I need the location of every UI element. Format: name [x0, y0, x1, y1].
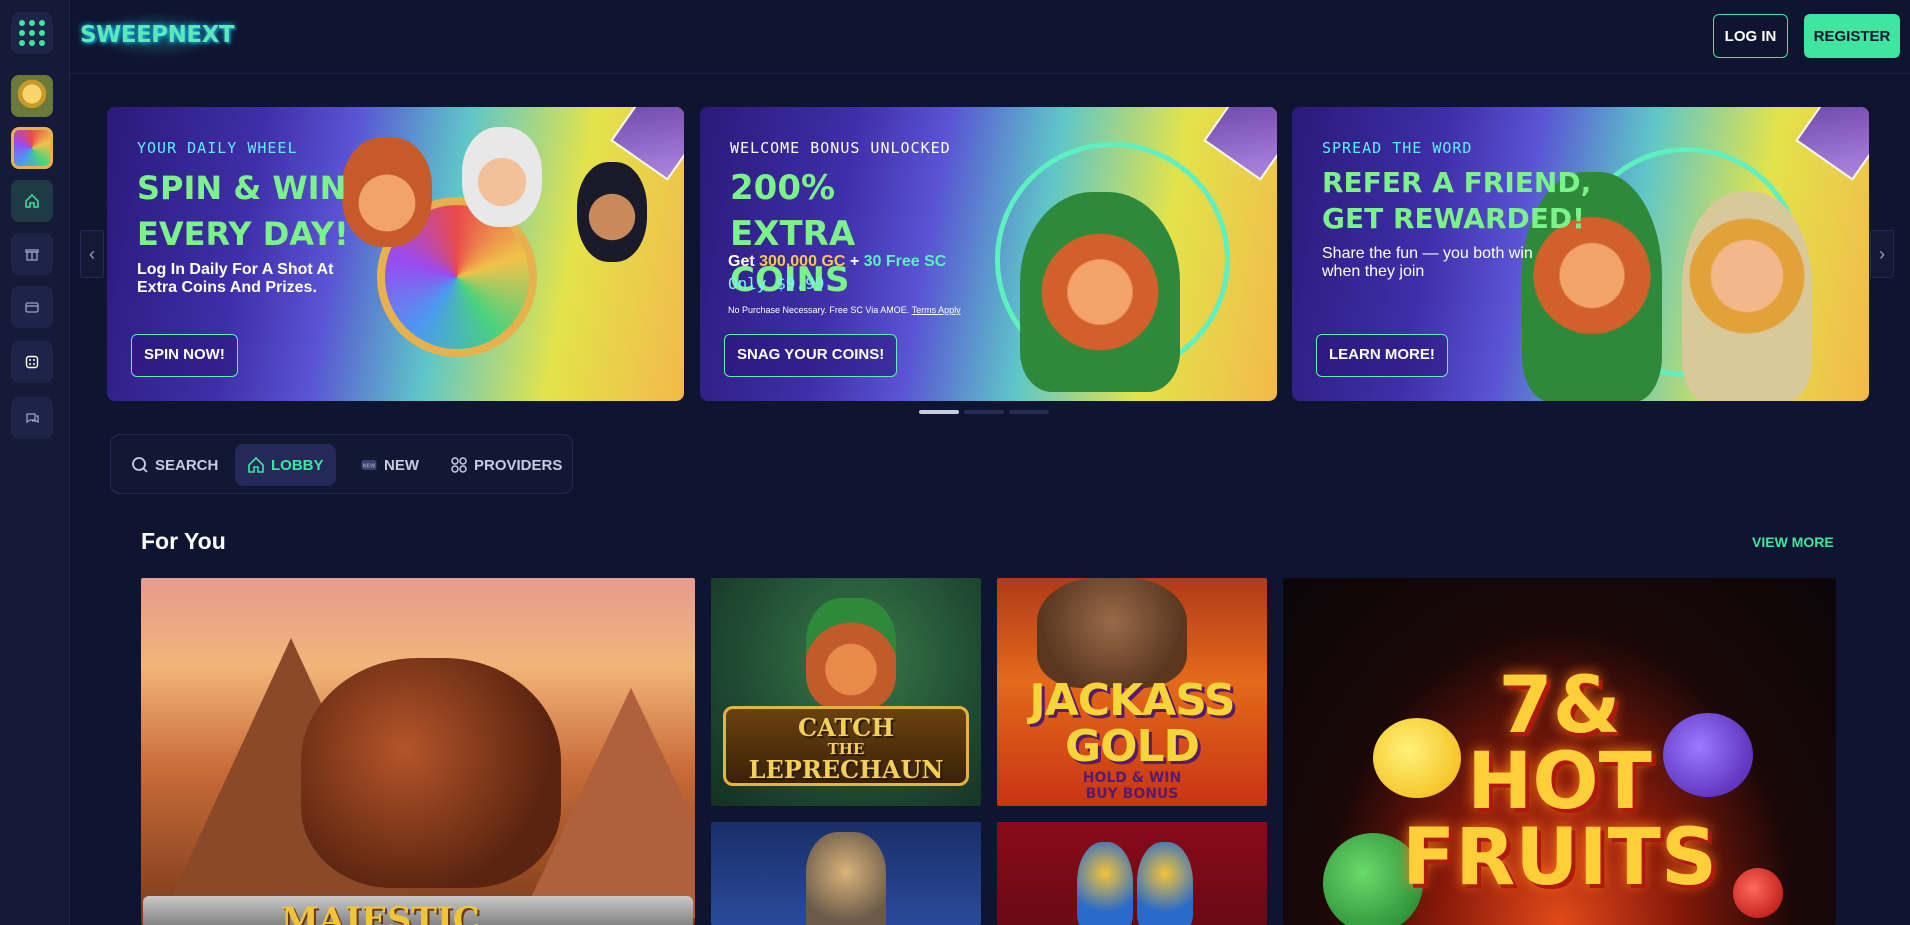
carousel-pagination [919, 410, 1049, 414]
providers-icon [451, 457, 467, 473]
offer-gold-coins: 300,000 GC [759, 253, 846, 270]
sidebar [0, 0, 70, 925]
banner-refer-friend[interactable]: SPREAD THE WORD REFER A FRIEND, GET REWA… [1292, 107, 1869, 401]
section-title: For You [141, 528, 226, 554]
fine-print-text: No Purchase Necessary. Free SC Via AMOE. [728, 305, 912, 315]
sidebar-item-rewards[interactable] [11, 233, 53, 275]
gold-coins-shortcut[interactable] [11, 75, 53, 117]
game-title-line: FRUITS [1401, 813, 1718, 903]
sweepnext-logo[interactable]: SWEEPNEXT [80, 12, 235, 58]
menu-grid-button[interactable] [11, 12, 53, 54]
bison-art [301, 658, 561, 888]
sidebar-item-promotions[interactable] [11, 286, 53, 328]
terms-link[interactable]: Terms Apply [912, 305, 961, 315]
wizard-art [806, 832, 886, 925]
game-tile-jackass-gold[interactable]: JACKASS GOLD HOLD & WIN BUY BONUS [997, 578, 1267, 806]
donkey-art [1037, 578, 1187, 688]
dice-icon [25, 355, 39, 369]
offer-plus: + [845, 253, 864, 270]
friend-illustration [1682, 192, 1812, 401]
game-title-line: LEPRECHAUN [748, 755, 944, 784]
daily-wheel-shortcut[interactable] [11, 127, 53, 169]
game-tile-dragons[interactable] [997, 822, 1267, 925]
register-button[interactable]: REGISTER [1804, 14, 1900, 58]
snag-coins-button[interactable]: SNAG YOUR COINS! [724, 334, 898, 377]
banner-headline: REFER A FRIEND, GET REWARDED! [1322, 166, 1592, 235]
carousel-dot[interactable] [964, 410, 1004, 414]
top-header: SWEEPNEXT LOG IN REGISTER [70, 0, 1910, 74]
gem-decoration [1795, 107, 1869, 181]
banner-subtext: Log In Daily For A Shot At Extra Coins A… [137, 261, 334, 296]
zeus-illustration [462, 127, 542, 227]
leprechaun-illustration [1020, 192, 1180, 392]
banner-kicker: WELCOME BONUS UNLOCKED [730, 139, 951, 157]
game-tile-wizard[interactable] [711, 822, 981, 925]
tab-lobby[interactable]: LOBBY [235, 444, 336, 486]
carousel-dot[interactable] [919, 410, 959, 414]
game-title-line: HOT [1467, 737, 1652, 827]
category-tabs: SEARCH LOBBY NEW NEW PROVIDERS [110, 434, 573, 494]
cleopatra-illustration [577, 162, 647, 262]
tab-label: PROVIDERS [474, 456, 563, 474]
tab-search[interactable]: SEARCH [119, 444, 230, 486]
game-title: 7& HOT FRUITS [1283, 661, 1836, 903]
tab-label: NEW [384, 456, 419, 474]
home-icon [25, 193, 39, 208]
sidebar-item-games[interactable] [11, 341, 53, 383]
game-title-line: CATCH [797, 713, 895, 742]
home-icon [248, 456, 264, 473]
sidebar-item-home[interactable] [11, 180, 53, 222]
banner-subtext: Share the fun — you both win when they j… [1322, 245, 1533, 280]
carousel-prev-button[interactable]: ‹ [80, 230, 104, 278]
tab-label: LOBBY [271, 456, 324, 474]
carousel-next-button[interactable]: › [1870, 230, 1894, 278]
game-title-line: 7& [1498, 661, 1621, 751]
tab-label: SEARCH [155, 456, 219, 474]
bonus-offer: Get 300,000 GC + 30 Free SC [728, 253, 946, 271]
wheel-icon [11, 127, 53, 169]
carousel-dot[interactable] [1009, 410, 1049, 414]
game-title: CATCH THE LEPRECHAUN [723, 714, 969, 784]
offer-prefix: Get [728, 253, 760, 270]
sidebar-item-support[interactable] [11, 397, 53, 439]
game-title-line: HOLD & WIN [1082, 770, 1182, 786]
dragon-art [1077, 842, 1133, 925]
view-more-link[interactable]: VIEW MORE [1752, 534, 1834, 550]
banner-headline: SPIN & WIN EVERY DAY! [137, 169, 349, 253]
new-badge-icon: NEW [361, 460, 377, 470]
gift-icon [25, 249, 39, 261]
chevron-right-icon: › [1879, 243, 1885, 264]
gold-coin-icon [11, 75, 53, 117]
login-button[interactable]: LOG IN [1713, 14, 1788, 58]
search-icon [132, 457, 148, 473]
game-title-line: BUY BONUS [1085, 786, 1179, 802]
game-tile-catch-the-leprechaun[interactable]: CATCH THE LEPRECHAUN [711, 578, 981, 806]
banner-kicker: SPREAD THE WORD [1322, 139, 1473, 157]
learn-more-button[interactable]: LEARN MORE! [1316, 334, 1448, 377]
tab-new[interactable]: NEW NEW [348, 444, 431, 486]
game-title-line: JACKASS [1029, 675, 1235, 726]
game-tile-7-hot-fruits[interactable]: 7& HOT FRUITS [1283, 578, 1836, 925]
offer-price: Only $9.99 [728, 274, 825, 293]
chevron-left-icon: ‹ [89, 243, 95, 264]
game-title: MAJESTIC [281, 900, 480, 925]
game-tile-majestic[interactable]: MAJESTIC [141, 578, 695, 925]
fine-print: No Purchase Necessary. Free SC Via AMOE.… [728, 305, 961, 315]
game-title-line: GOLD [1064, 721, 1200, 772]
leprechaun-art [806, 598, 896, 708]
game-title: JACKASS GOLD HOLD & WIN BUY BONUS [997, 675, 1267, 803]
ticket-icon [25, 302, 39, 313]
offer-sweeps-coins: 30 Free SC [863, 253, 947, 270]
banner-kicker: YOUR DAILY WHEEL [137, 139, 298, 157]
banner-daily-wheel[interactable]: YOUR DAILY WHEEL SPIN & WIN EVERY DAY! L… [107, 107, 684, 401]
chat-icon [26, 413, 39, 424]
tab-providers[interactable]: PROVIDERS [438, 444, 574, 486]
banner-welcome-bonus[interactable]: WELCOME BONUS UNLOCKED 200% EXTRA COINS … [700, 107, 1277, 401]
spin-now-button[interactable]: SPIN NOW! [131, 334, 238, 377]
svg-text:NEW: NEW [362, 464, 376, 470]
dragon-art [1137, 842, 1193, 925]
game-title-line: THE [827, 740, 865, 758]
grid-icon [19, 20, 45, 46]
gem-decoration [1203, 107, 1277, 181]
